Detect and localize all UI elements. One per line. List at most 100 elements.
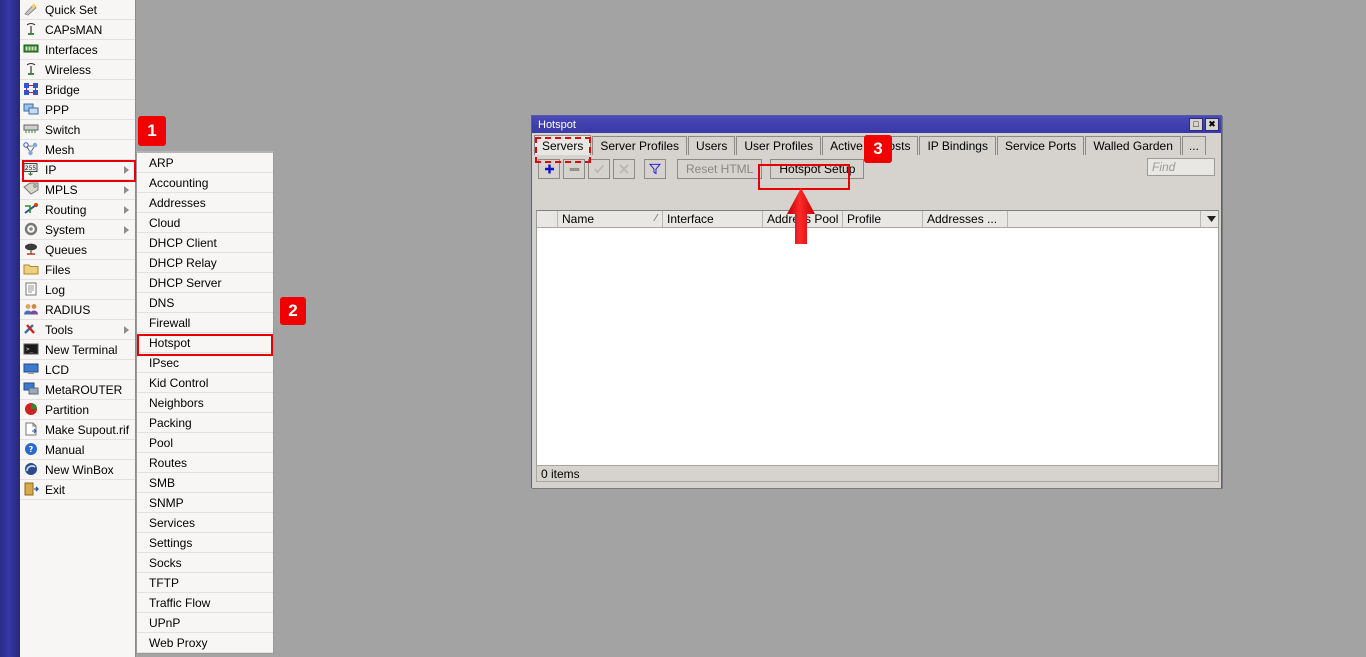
switch-icon — [23, 122, 39, 136]
sidebar-item-lcd[interactable]: LCD — [20, 360, 135, 380]
sidebar-item-label: Queues — [45, 243, 87, 257]
sidebar-item-metarouter[interactable]: MetaROUTER — [20, 380, 135, 400]
sidebar-item-ppp[interactable]: PPP — [20, 100, 135, 120]
sidebar-item-ip[interactable]: 255IP — [20, 160, 135, 180]
sidebar-item-label: LCD — [45, 363, 69, 377]
ip-submenu-item-dhcp-client[interactable]: DHCP Client — [137, 233, 273, 253]
ip-submenu-item-label: DHCP Relay — [149, 256, 217, 270]
ip-submenu-item-firewall[interactable]: Firewall — [137, 313, 273, 333]
antenna-icon — [23, 62, 39, 76]
reset-html-button[interactable]: Reset HTML — [677, 159, 762, 179]
ip-submenu-item-traffic-flow[interactable]: Traffic Flow — [137, 593, 273, 613]
sidebar-item-log[interactable]: Log — [20, 280, 135, 300]
sidebar-item-new-winbox[interactable]: New WinBox — [20, 460, 135, 480]
ip-submenu-item-hotspot[interactable]: Hotspot — [137, 333, 273, 353]
ip-submenu-item-dhcp-relay[interactable]: DHCP Relay — [137, 253, 273, 273]
ip-submenu-item-ipsec[interactable]: IPsec — [137, 353, 273, 373]
enable-button[interactable] — [588, 159, 610, 179]
ip-submenu-item-packing[interactable]: Packing — [137, 413, 273, 433]
close-button[interactable]: ✖ — [1205, 118, 1219, 131]
column-header-name[interactable]: Name⁄ — [558, 211, 663, 227]
document-icon — [23, 422, 39, 436]
ip-submenu-item-label: Accounting — [149, 176, 208, 190]
column-header-label: Interface — [667, 212, 714, 226]
sidebar-item-tools[interactable]: Tools — [20, 320, 135, 340]
tab-ip-bindings[interactable]: IP Bindings — [919, 136, 996, 155]
tab-users[interactable]: Users — [688, 136, 735, 155]
sidebar-item-radius[interactable]: RADIUS — [20, 300, 135, 320]
sidebar-item-capsman[interactable]: CAPsMAN — [20, 20, 135, 40]
ip-submenu-item-services[interactable]: Services — [137, 513, 273, 533]
sidebar-item-label: Quick Set — [45, 3, 97, 17]
tab-server-profiles[interactable]: Server Profiles — [592, 136, 687, 155]
sidebar-item-system[interactable]: System — [20, 220, 135, 240]
sidebar-item-new-terminal[interactable]: >_New Terminal — [20, 340, 135, 360]
add-button[interactable] — [538, 159, 560, 179]
tab-[interactable]: ... — [1182, 136, 1206, 155]
column-chooser-button[interactable] — [1201, 211, 1218, 227]
ip-submenu-item-routes[interactable]: Routes — [137, 453, 273, 473]
sidebar-item-queues[interactable]: Queues — [20, 240, 135, 260]
ip-submenu-item-addresses[interactable]: Addresses — [137, 193, 273, 213]
ip-submenu-item-upnp[interactable]: UPnP — [137, 613, 273, 633]
ip-submenu-item-web-proxy[interactable]: Web Proxy — [137, 633, 273, 653]
winbox-brand-strip: RouterOS WinBox — [0, 0, 20, 657]
ip-submenu-item-label: SNMP — [149, 496, 184, 510]
window-titlebar[interactable]: Hotspot □ ✖ — [532, 116, 1221, 133]
hotspot-window: Hotspot □ ✖ ServersServer ProfilesUsersU… — [531, 115, 1222, 488]
tab-user-profiles[interactable]: User Profiles — [736, 136, 821, 155]
ip-submenu-item-label: Addresses — [149, 196, 206, 210]
tag-icon — [23, 182, 40, 197]
sidebar-item-label: Files — [45, 263, 70, 277]
remove-button[interactable] — [563, 159, 585, 179]
ip-submenu-item-smb[interactable]: SMB — [137, 473, 273, 493]
cross-icon — [618, 163, 630, 175]
tab-servers[interactable]: Servers — [534, 135, 591, 155]
table-body[interactable] — [537, 228, 1218, 479]
column-header-addresses[interactable]: Addresses ... — [923, 211, 1008, 227]
ip-submenu-item-snmp[interactable]: SNMP — [137, 493, 273, 513]
column-header-interface[interactable]: Interface — [663, 211, 763, 227]
sidebar-item-manual[interactable]: ?Manual — [20, 440, 135, 460]
ip-submenu-item-tftp[interactable]: TFTP — [137, 573, 273, 593]
disable-button[interactable] — [613, 159, 635, 179]
terminal-icon: >_ — [23, 342, 39, 356]
sidebar-item-files[interactable]: Files — [20, 260, 135, 280]
find-input[interactable]: Find — [1147, 158, 1215, 176]
ip-submenu-item-dns[interactable]: DNS — [137, 293, 273, 313]
sidebar-item-wireless[interactable]: Wireless — [20, 60, 135, 80]
table-header-row: Name⁄ Interface Address PoolProfileAddress… — [537, 211, 1218, 228]
ip-submenu-item-neighbors[interactable]: Neighbors — [137, 393, 273, 413]
mesh-icon — [23, 142, 40, 157]
tab-walled-garden[interactable]: Walled Garden — [1085, 136, 1181, 155]
sidebar-item-switch[interactable]: Switch — [20, 120, 135, 140]
ip-submenu-item-arp[interactable]: ARP — [137, 153, 273, 173]
ip-submenu-item-socks[interactable]: Socks — [137, 553, 273, 573]
sidebar-item-partition[interactable]: Partition — [20, 400, 135, 420]
hotspot-setup-button[interactable]: Hotspot Setup — [770, 159, 864, 179]
sidebar-item-bridge[interactable]: Bridge — [20, 80, 135, 100]
ip-submenu-item-accounting[interactable]: Accounting — [137, 173, 273, 193]
sidebar-item-mpls[interactable]: MPLS — [20, 180, 135, 200]
column-header-profile[interactable]: Profile — [843, 211, 923, 227]
ip-submenu-item-pool[interactable]: Pool — [137, 433, 273, 453]
ip-submenu-item-cloud[interactable]: Cloud — [137, 213, 273, 233]
tab-label: IP Bindings — [927, 139, 988, 153]
chevron-right-icon — [124, 326, 129, 334]
ip-submenu-item-kid-control[interactable]: Kid Control — [137, 373, 273, 393]
ip-submenu-item-settings[interactable]: Settings — [137, 533, 273, 553]
sidebar-item-routing[interactable]: Routing — [20, 200, 135, 220]
sidebar-item-quick-set[interactable]: Quick Set — [20, 0, 135, 20]
sidebar-item-make-supout-rif[interactable]: Make Supout.rif — [20, 420, 135, 440]
sidebar-item-mesh[interactable]: Mesh — [20, 140, 135, 160]
filter-button[interactable] — [644, 159, 666, 179]
ip-submenu-item-dhcp-server[interactable]: DHCP Server — [137, 273, 273, 293]
sidebar-item-label: Log — [45, 283, 65, 297]
sidebar-item-label: Tools — [45, 323, 73, 337]
sidebar-item-interfaces[interactable]: Interfaces — [20, 40, 135, 60]
help-icon: ? — [23, 442, 40, 457]
sidebar-item-exit[interactable]: Exit — [20, 480, 135, 500]
restore-button[interactable]: □ — [1189, 118, 1203, 131]
tab-service-ports[interactable]: Service Ports — [997, 136, 1084, 155]
column-header-address-pool[interactable]: Address Pool — [763, 211, 843, 227]
